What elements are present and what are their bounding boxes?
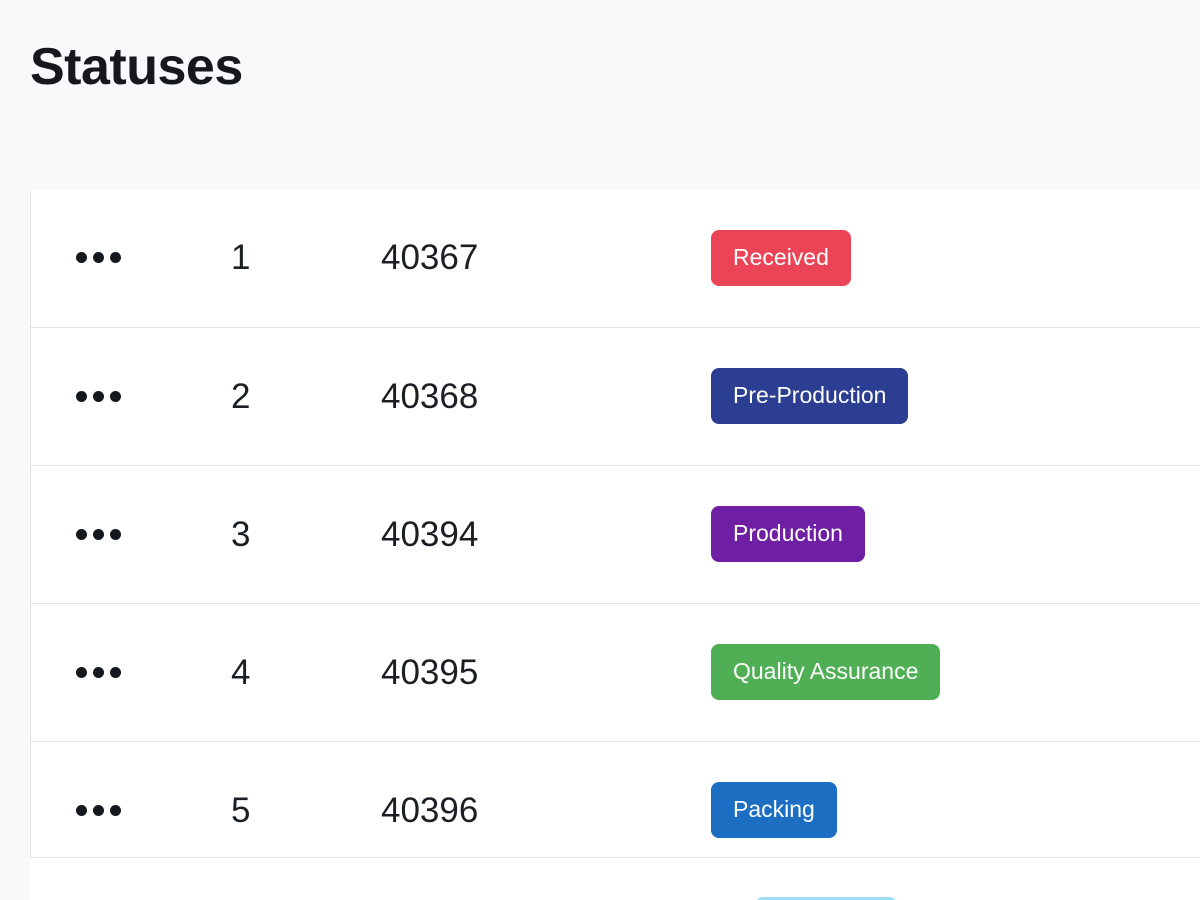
- ellipsis-dot: [110, 390, 121, 402]
- ellipsis-dot: [93, 390, 104, 402]
- row-index: 1: [231, 189, 381, 327]
- row-spacer-cell: [31, 464, 76, 603]
- row-actions-cell: [76, 326, 231, 465]
- row-status-cell: Quality Assurance: [711, 602, 1200, 741]
- statuses-table: 1 40367 Received 2 40368 Pre-Production …: [31, 189, 1200, 879]
- row-index: 3: [231, 464, 381, 603]
- table-row[interactable]: 4 40395 Quality Assurance: [31, 602, 1200, 741]
- row-spacer-cell: [31, 326, 76, 465]
- row-actions-cell: [76, 189, 231, 327]
- status-badge[interactable]: Packing: [711, 782, 837, 839]
- status-badge[interactable]: Received: [711, 229, 851, 286]
- row-code: 40367: [381, 189, 711, 327]
- ellipsis-horizontal-icon[interactable]: [76, 528, 122, 540]
- page-title: Statuses: [30, 38, 243, 96]
- row-code: 40368: [381, 326, 711, 465]
- row-spacer-cell: [31, 602, 76, 741]
- ellipsis-horizontal-icon[interactable]: [76, 804, 122, 816]
- ellipsis-dot: [93, 528, 104, 540]
- status-badge[interactable]: Pre-Production: [711, 368, 909, 424]
- ellipsis-horizontal-icon[interactable]: [76, 390, 122, 402]
- row-code: 40395: [381, 602, 711, 741]
- statuses-table-body: 1 40367 Received 2 40368 Pre-Production …: [31, 189, 1200, 879]
- row-status-cell: Pre-Production: [711, 326, 1200, 465]
- row-spacer-cell: [31, 189, 76, 327]
- row-code: 40394: [381, 464, 711, 603]
- ellipsis-horizontal-icon[interactable]: [76, 666, 122, 678]
- ellipsis-dot: [93, 666, 104, 678]
- ellipsis-dot: [110, 666, 121, 678]
- row-actions-cell: [76, 602, 231, 741]
- ellipsis-dot: [93, 804, 104, 816]
- row-actions-cell: [76, 464, 231, 603]
- ellipsis-dot: [76, 666, 87, 678]
- status-badge[interactable]: Production: [711, 506, 865, 562]
- row-status-cell: Production: [711, 464, 1200, 603]
- table-row[interactable]: 2 40368 Pre-Production: [31, 326, 1200, 465]
- ellipsis-dot: [76, 528, 87, 540]
- row-index: 2: [231, 326, 381, 465]
- ellipsis-dot: [76, 804, 87, 816]
- table-row-partial[interactable]: [30, 857, 1200, 900]
- status-badge[interactable]: Quality Assurance: [711, 644, 941, 700]
- table-row[interactable]: 1 40367 Received: [31, 189, 1200, 327]
- table-row[interactable]: 3 40394 Production: [31, 464, 1200, 603]
- ellipsis-dot: [110, 804, 121, 816]
- row-status-cell: Received: [711, 189, 1200, 327]
- row-index: 4: [231, 602, 381, 741]
- ellipsis-dot: [76, 252, 87, 264]
- page-header: Statuses: [0, 0, 1200, 189]
- statuses-table-card: 1 40367 Received 2 40368 Pre-Production …: [30, 189, 1200, 900]
- ellipsis-dot: [93, 252, 104, 264]
- ellipsis-dot: [110, 528, 121, 540]
- ellipsis-dot: [110, 252, 121, 264]
- ellipsis-dot: [76, 390, 87, 402]
- ellipsis-horizontal-icon[interactable]: [76, 252, 122, 264]
